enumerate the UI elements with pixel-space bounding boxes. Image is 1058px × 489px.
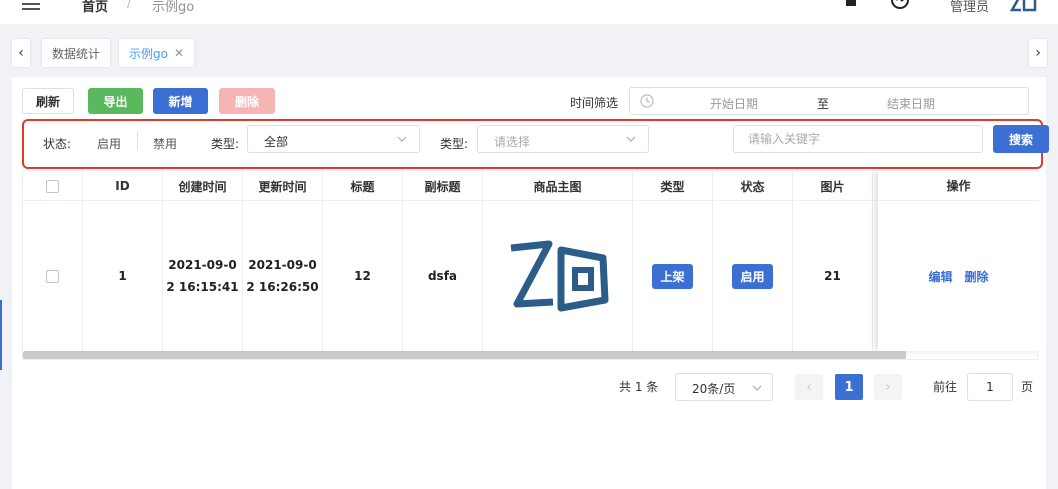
left-edge-indicator bbox=[0, 300, 2, 370]
logo bbox=[1009, 0, 1037, 12]
col-id[interactable]: ID bbox=[83, 171, 163, 201]
status-disable-option[interactable]: 禁用 bbox=[153, 135, 177, 152]
prev-page-button[interactable]: ‹ bbox=[795, 374, 823, 400]
time-filter-label: 时间筛选 bbox=[570, 96, 619, 110]
range-separator: 至 bbox=[817, 97, 830, 111]
next-page-button[interactable]: › bbox=[874, 374, 902, 400]
pagination-total: 共 1 条 bbox=[619, 380, 659, 394]
col-type[interactable]: 类型 bbox=[633, 171, 713, 201]
col-updated[interactable]: 更新时间 bbox=[243, 171, 323, 201]
breadcrumb-current: 示例go bbox=[152, 0, 195, 15]
page-size-value: 20条/页 bbox=[692, 382, 736, 396]
tabs-bar: ‹ 数据统计 示例go ✕ › bbox=[0, 30, 1058, 74]
cell-operation: 编辑 删除 bbox=[878, 201, 1039, 351]
type-label: 类型: bbox=[211, 137, 240, 151]
cell-title: 12 bbox=[323, 201, 403, 351]
cell-created-line1: 2021-09-0 bbox=[168, 258, 237, 272]
type-label-2: 类型: bbox=[440, 137, 469, 151]
delete-button[interactable]: 删除 bbox=[219, 88, 275, 114]
cell-updated-line2: 2 16:26:50 bbox=[246, 280, 319, 294]
filter-area: 状态: 启用 禁用 类型: 全部 类型: 请选择 搜索 bbox=[22, 119, 1049, 169]
user-name[interactable]: 管理员 bbox=[950, 0, 989, 15]
start-date[interactable]: 开始日期 bbox=[710, 95, 758, 112]
refresh-button[interactable]: 刷新 bbox=[22, 88, 74, 114]
date-range-picker[interactable]: 开始日期 至 结束日期 bbox=[629, 87, 1029, 115]
col-subtitle[interactable]: 副标题 bbox=[403, 171, 483, 201]
status-enable-option[interactable]: 启用 bbox=[97, 135, 121, 152]
top-header: 首页 / 示例go 管理员 bbox=[0, 0, 1058, 24]
keyword-input[interactable] bbox=[733, 125, 983, 153]
tab-example-go[interactable]: 示例go ✕ bbox=[118, 38, 196, 68]
cell-status: 启用 bbox=[713, 201, 793, 351]
col-main-image[interactable]: 商品主图 bbox=[483, 171, 633, 201]
cell-created: 2021-09-0 2 16:15:41 bbox=[163, 201, 243, 351]
menu-icon[interactable] bbox=[22, 0, 40, 12]
cell-updated-line1: 2021-09-0 bbox=[248, 258, 317, 272]
search-button[interactable]: 搜索 bbox=[993, 125, 1049, 153]
col-image[interactable]: 图片 bbox=[793, 171, 873, 201]
add-button[interactable]: 新增 bbox=[153, 88, 208, 114]
col-status[interactable]: 状态 bbox=[713, 171, 793, 201]
delete-link[interactable]: 删除 bbox=[965, 268, 989, 285]
cell-updated: 2021-09-0 2 16:26:50 bbox=[243, 201, 323, 351]
tab-label: 示例go bbox=[129, 46, 168, 61]
product-image-logo bbox=[510, 240, 608, 312]
type-tag: 上架 bbox=[652, 263, 693, 289]
row-select-cell bbox=[23, 201, 83, 351]
chevron-down-icon bbox=[397, 136, 407, 142]
type-select[interactable]: 全部 bbox=[247, 125, 420, 153]
goto-label: 前往 bbox=[933, 380, 958, 394]
type-select-2-placeholder: 请选择 bbox=[494, 135, 531, 149]
cell-main-image bbox=[483, 201, 633, 351]
chevron-right-icon[interactable]: › bbox=[1028, 38, 1048, 68]
status-label: 状态: bbox=[43, 137, 72, 151]
col-operation: 操作 bbox=[878, 171, 1039, 201]
col-title[interactable]: 标题 bbox=[323, 171, 403, 201]
edit-link[interactable]: 编辑 bbox=[928, 268, 952, 285]
chevron-left-icon[interactable]: ‹ bbox=[11, 38, 31, 68]
type-select-value: 全部 bbox=[264, 135, 289, 149]
data-table: ID 创建时间 更新时间 标题 副标题 商品主图 类型 状态 图片 1 2021… bbox=[22, 170, 1039, 360]
main-card: 刷新 导出 新增 删除 时间筛选 开始日期 至 结束日期 状态: 启用 禁用 类… bbox=[12, 77, 1049, 489]
divider bbox=[137, 132, 138, 150]
status-tag: 启用 bbox=[732, 263, 773, 289]
col-created[interactable]: 创建时间 bbox=[163, 171, 243, 201]
cell-created-line2: 2 16:15:41 bbox=[166, 280, 239, 294]
page-unit-label: 页 bbox=[1021, 380, 1034, 394]
page-number-1[interactable]: 1 bbox=[835, 374, 863, 400]
select-all-cell bbox=[23, 171, 83, 201]
chevron-down-icon bbox=[626, 136, 636, 142]
bell-icon[interactable] bbox=[843, 0, 859, 8]
cell-image: 21 bbox=[793, 201, 873, 351]
export-button[interactable]: 导出 bbox=[88, 88, 143, 114]
row-checkbox[interactable] bbox=[46, 269, 59, 283]
chevron-down-icon bbox=[752, 385, 762, 391]
breadcrumb-separator: / bbox=[127, 0, 132, 11]
close-icon[interactable]: ✕ bbox=[174, 46, 184, 60]
page-size-select[interactable]: 20条/页 bbox=[675, 373, 773, 401]
end-date[interactable]: 结束日期 bbox=[887, 95, 935, 112]
select-all-checkbox[interactable] bbox=[46, 179, 59, 193]
cell-type: 上架 bbox=[633, 201, 713, 351]
type-select-2[interactable]: 请选择 bbox=[477, 125, 649, 153]
clock-icon bbox=[640, 94, 654, 108]
operation-column: 操作 编辑 删除 bbox=[878, 171, 1039, 351]
goto-page-input[interactable] bbox=[967, 373, 1013, 401]
tab-data-stats[interactable]: 数据统计 bbox=[41, 38, 112, 68]
palette-icon[interactable] bbox=[890, 0, 910, 10]
horizontal-scrollbar[interactable] bbox=[23, 351, 906, 359]
breadcrumb-home[interactable]: 首页 bbox=[82, 0, 108, 15]
tab-label: 数据统计 bbox=[52, 46, 101, 61]
cell-id: 1 bbox=[83, 201, 163, 351]
cell-subtitle: dsfa bbox=[403, 201, 483, 351]
